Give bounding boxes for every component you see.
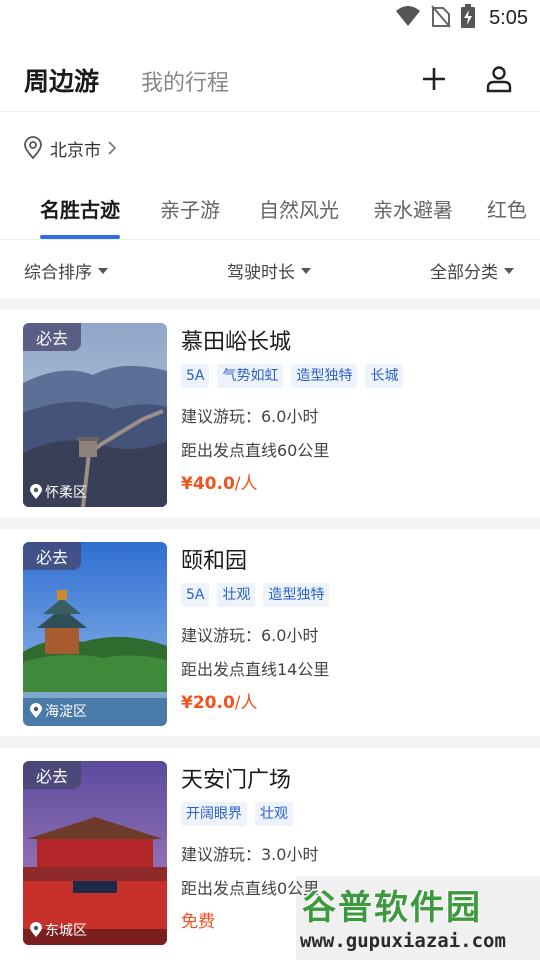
place-photo: 必去 东城区 [23,761,167,945]
tabs-divider [0,239,540,240]
tag: 5A [181,364,210,388]
drive-time-filter-label: 驾驶时长 [227,263,295,283]
tab-red-tourism[interactable]: 红色 [487,194,527,223]
must-go-badge: 必去 [23,542,81,570]
district-name: 怀柔区 [45,485,87,501]
place-photo: 必去 海淀区 [23,542,167,726]
category-filter[interactable]: 全部分类 [430,258,514,283]
top-header: 周边游 我的行程 [0,50,540,110]
distance: 距出发点直线60公里 [181,441,330,460]
tag: 壮观 [255,802,293,826]
category-tabs: 名胜古迹 亲子游 自然风光 亲水避暑 红色 [0,186,540,240]
tag: 壮观 [217,583,256,607]
place-photo: 必去 怀柔区 [23,323,167,507]
tag-list: 5A 壮观 造型独特 [181,583,330,607]
place-name: 慕田峪长城 [181,330,292,355]
must-go-badge: 必去 [23,323,81,351]
dropdown-arrow-icon [301,267,311,274]
tab-nearby-trips[interactable]: 周边游 [24,62,99,98]
suggested-duration: 建议游玩：3.0小时 [181,845,319,864]
dropdown-arrow-icon [504,267,514,274]
section-gap [0,298,540,310]
location-pin-icon [30,703,42,718]
tab-my-itinerary[interactable]: 我的行程 [141,65,229,97]
tab-historic-sites[interactable]: 名胜古迹 [40,194,120,223]
card-gap [0,517,540,529]
city-label: 北京市 [50,140,101,161]
no-sim-icon [431,4,451,32]
price: 免费 [181,907,215,932]
price: ¥20.0/人 [181,688,258,713]
user-icon [486,66,512,93]
chevron-right-icon [108,141,117,155]
place-name: 颐和园 [181,549,248,574]
place-card[interactable]: 必去 怀柔区 慕田峪长城 5A 气势如虹 造型独特 长城 建议游玩：6.0小时 … [0,310,540,516]
wifi-icon [395,5,421,31]
add-button[interactable] [419,64,449,94]
district-label: 海淀区 [29,701,87,721]
district-name: 海淀区 [45,704,87,720]
distance: 距出发点直线14公里 [181,660,330,679]
tab-water-summer[interactable]: 亲水避暑 [373,194,453,223]
dropdown-arrow-icon [98,267,108,274]
price-value: ¥40.0 [181,474,235,494]
tag-list: 5A 气势如虹 造型独特 长城 [181,364,404,388]
price-value: 免费 [181,912,215,932]
place-card[interactable]: 必去 海淀区 颐和园 5A 壮观 造型独特 建议游玩：6.0小时 距出发点直线1… [0,529,540,735]
watermark-url: www.gupuxiazai.com [300,930,506,952]
location-pin-icon [24,136,42,160]
header-divider [0,111,540,112]
profile-button[interactable] [484,64,514,94]
drive-time-filter[interactable]: 驾驶时长 [227,258,311,283]
district-label: 怀柔区 [29,482,87,502]
category-filter-label: 全部分类 [430,263,498,283]
tag: 长城 [365,364,404,388]
price-unit: /人 [234,693,258,713]
must-go-badge: 必去 [23,761,81,789]
status-bar: 5:05 [0,0,540,36]
sort-filter[interactable]: 综合排序 [24,258,108,283]
district-label: 东城区 [29,920,87,940]
price-value: ¥20.0 [181,693,235,713]
filter-bar: 综合排序 驾驶时长 全部分类 [0,252,540,288]
tab-nature[interactable]: 自然风光 [259,194,339,223]
battery-charging-icon [461,4,476,32]
location-pin-icon [30,484,42,499]
sort-filter-label: 综合排序 [24,263,92,283]
place-name: 天安门广场 [181,768,292,793]
suggested-duration: 建议游玩：6.0小时 [181,407,319,426]
card-gap [0,736,540,748]
tag: 开阔眼界 [181,802,247,826]
location-pin-icon [30,922,42,937]
status-time: 5:05 [489,6,528,29]
tab-family[interactable]: 亲子游 [160,194,220,223]
plus-icon [423,68,445,90]
tag: 造型独特 [263,583,330,607]
location-selector[interactable]: 北京市 [22,134,119,162]
suggested-duration: 建议游玩：6.0小时 [181,626,319,645]
tag: 造型独特 [291,364,358,388]
district-name: 东城区 [45,923,87,939]
tag-list: 开阔眼界 壮观 [181,802,293,826]
price: ¥40.0/人 [181,469,258,494]
watermark: 谷普软件园 www.gupuxiazai.com [296,876,540,960]
price-unit: /人 [234,474,258,494]
tag: 气势如虹 [217,364,284,388]
tag: 5A [181,583,210,607]
watermark-text: 谷普软件园 [302,888,482,928]
